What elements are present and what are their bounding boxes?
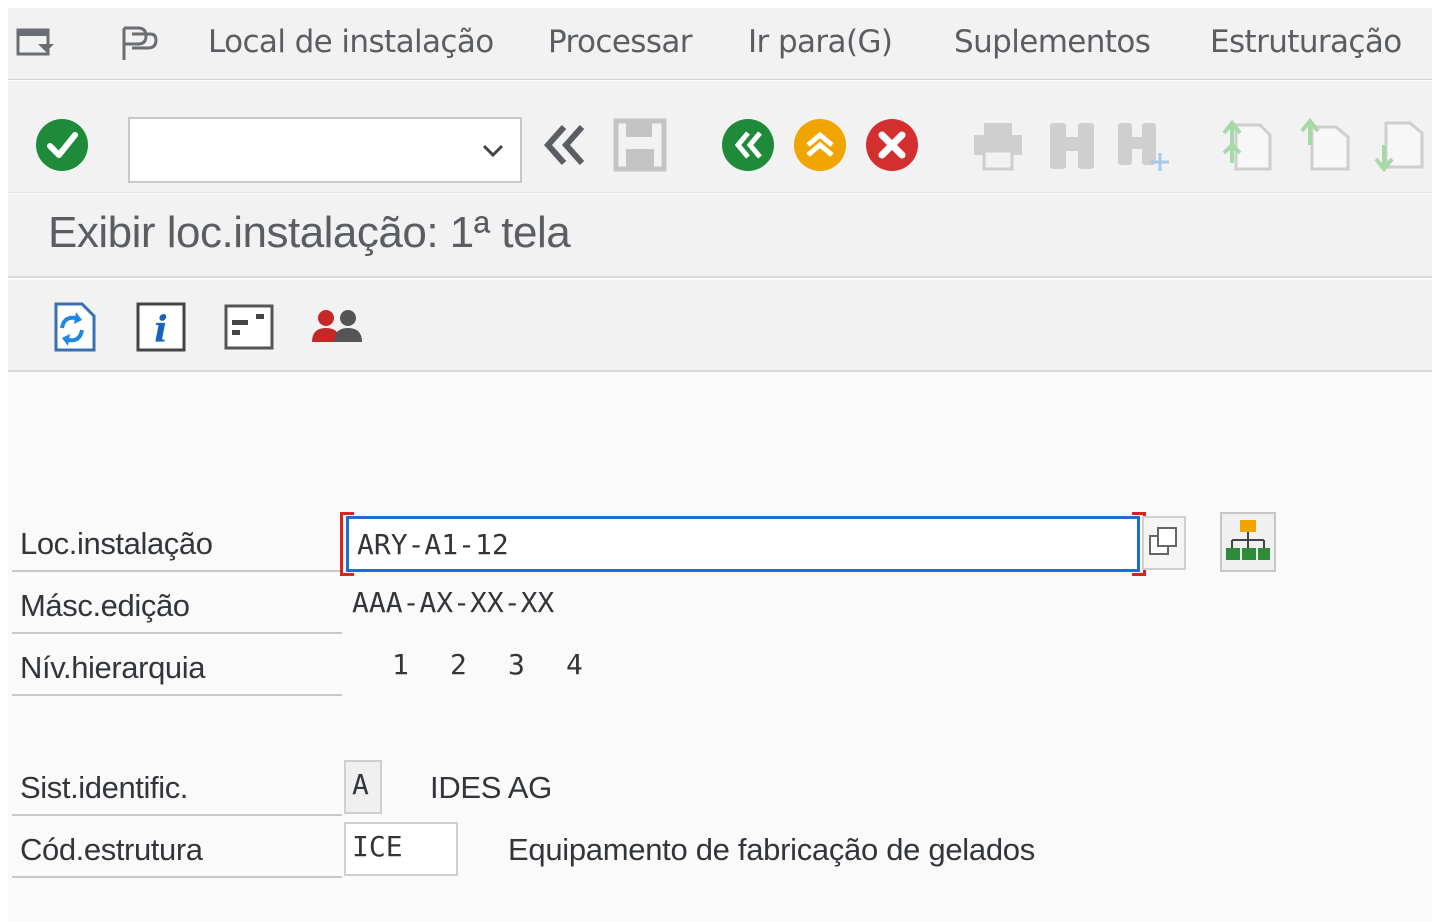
- menu-ir-para[interactable]: Ir para(G): [748, 22, 893, 62]
- enter-icon[interactable]: [34, 117, 90, 173]
- structure-list-button[interactable]: [1220, 512, 1276, 572]
- niv-hierarquia-label: Nív.hierarquia: [12, 644, 342, 696]
- niv-hierarquia-1: 1: [392, 648, 409, 681]
- cod-estrutura-value: ICE: [352, 830, 403, 863]
- cancel-icon[interactable]: [864, 117, 920, 173]
- cod-estrutura-label: Cód.estrutura: [12, 826, 342, 878]
- sist-identific-value: A: [352, 768, 369, 801]
- focus-bracket-left: [340, 512, 354, 576]
- previous-page-icon: [1300, 117, 1350, 171]
- loc-instalacao-label: Loc.instalação: [12, 520, 342, 572]
- cod-estrutura-description: Equipamento de fabricação de gelados: [508, 832, 1035, 867]
- first-page-icon: [1222, 119, 1272, 171]
- loc-instalacao-input[interactable]: [349, 519, 1137, 569]
- refresh-icon[interactable]: [46, 300, 100, 354]
- users-icon[interactable]: [310, 300, 364, 354]
- sist-identific-label: Sist.identific.: [12, 764, 342, 816]
- sist-identific-description: IDES AG: [430, 770, 552, 805]
- hierarchy-icon[interactable]: [222, 300, 276, 354]
- niv-hierarquia-2: 2: [450, 648, 467, 681]
- back-double-icon[interactable]: [538, 117, 594, 173]
- dropdown-icon[interactable]: [480, 137, 506, 163]
- display-mode-icon[interactable]: [116, 22, 160, 66]
- menu-bar: Local de instalação Processar Ir para(G)…: [8, 8, 1432, 80]
- title-bar: Exibir loc.instalação: 1ª tela: [8, 194, 1432, 278]
- application-toolbar: i: [8, 280, 1432, 372]
- save-icon: [613, 118, 667, 172]
- print-icon: [974, 123, 1022, 171]
- standard-toolbar: [8, 81, 1432, 193]
- back-icon[interactable]: [720, 117, 776, 173]
- page-title: Exibir loc.instalação: 1ª tela: [48, 208, 571, 257]
- find-next-icon: [1118, 123, 1169, 171]
- masc-edicao-value: AAA-AX-XX-XX: [352, 586, 555, 619]
- loc-instalacao-field[interactable]: [346, 516, 1140, 572]
- command-input[interactable]: [130, 119, 520, 181]
- command-field[interactable]: [128, 117, 522, 183]
- sap-window: Local de instalação Processar Ir para(G)…: [8, 8, 1432, 922]
- exit-icon[interactable]: [792, 117, 848, 173]
- sist-identific-field: A: [344, 760, 382, 814]
- cod-estrutura-field: ICE: [344, 822, 458, 876]
- copy-icon: [1149, 527, 1177, 555]
- menu-estruturacao[interactable]: Estruturação: [1210, 22, 1402, 62]
- next-page-icon: [1374, 121, 1424, 173]
- menu-processar[interactable]: Processar: [548, 22, 693, 62]
- structure-icon: [1226, 520, 1270, 560]
- menu-suplementos[interactable]: Suplementos: [954, 22, 1151, 62]
- find-icon: [1050, 123, 1094, 169]
- niv-hierarquia-3: 3: [508, 648, 525, 681]
- menu-icon[interactable]: [14, 22, 58, 66]
- svg-text:i: i: [154, 309, 168, 351]
- niv-hierarquia-4: 4: [566, 648, 583, 681]
- masc-edicao-label: Másc.edição: [12, 582, 342, 634]
- menu-local-instalacao[interactable]: Local de instalação: [208, 22, 494, 62]
- info-icon[interactable]: i: [134, 300, 188, 354]
- copy-button[interactable]: [1142, 516, 1186, 570]
